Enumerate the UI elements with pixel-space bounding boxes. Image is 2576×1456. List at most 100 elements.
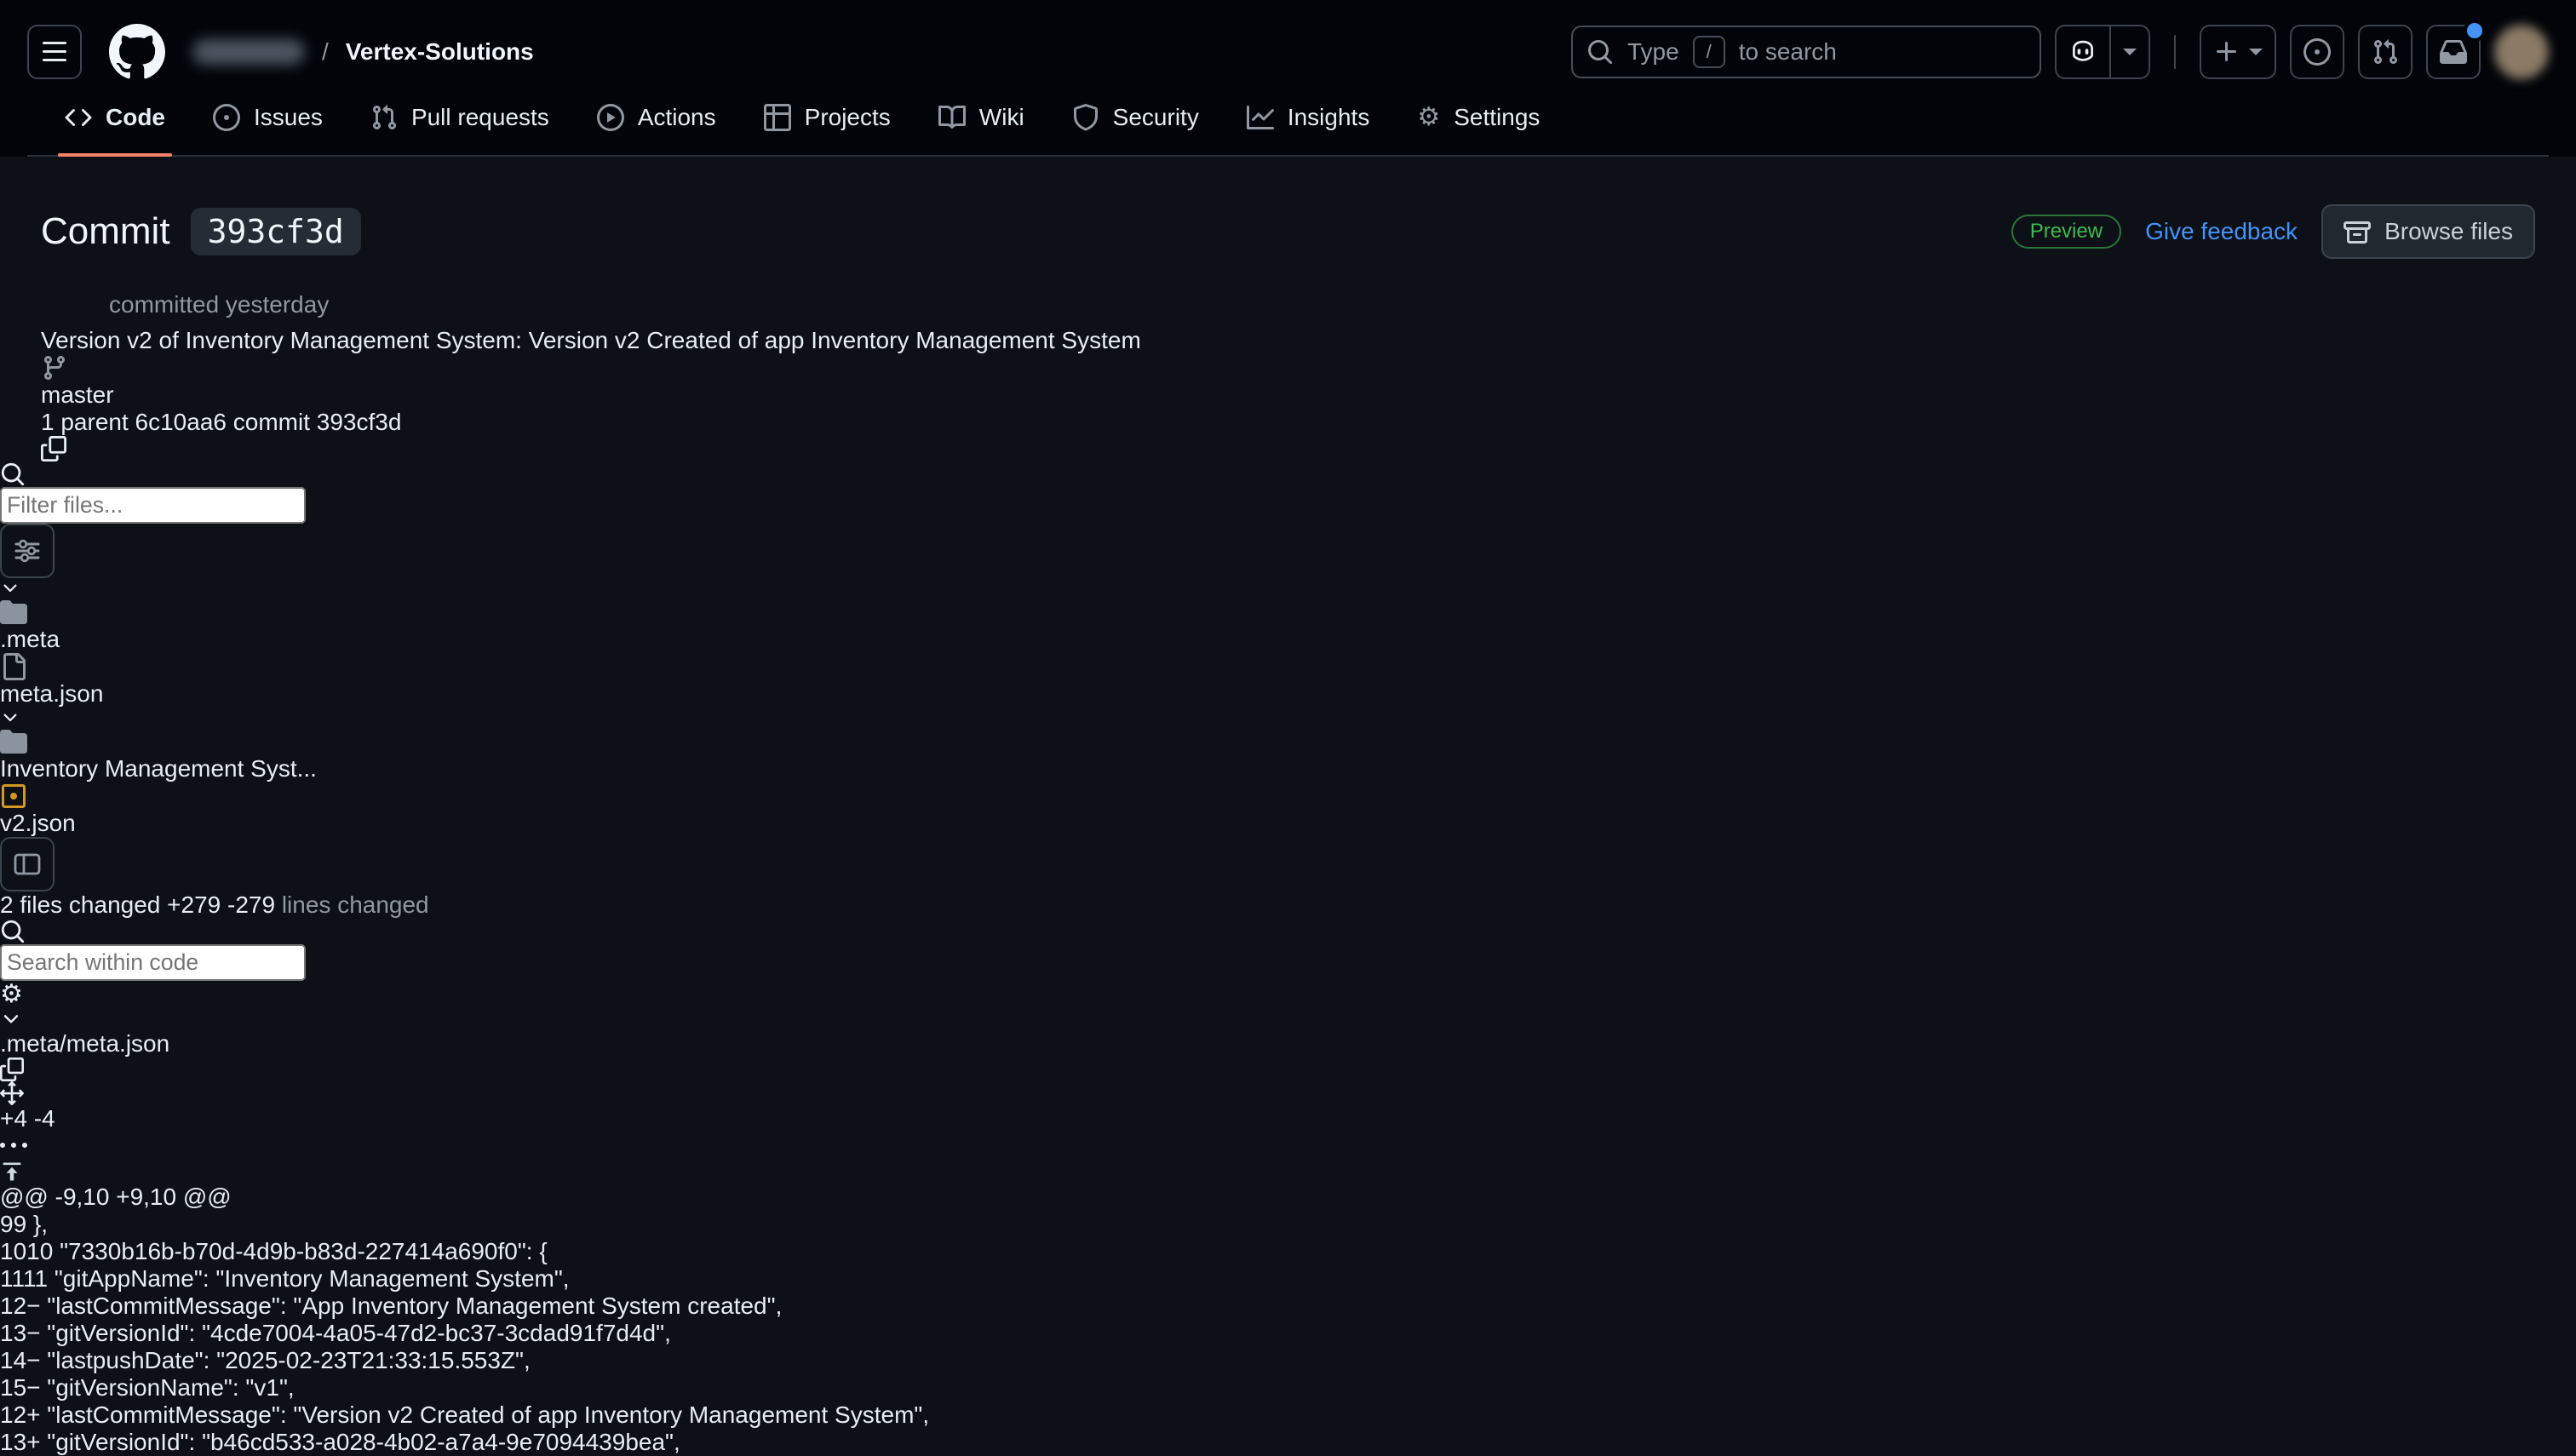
old-line-number[interactable]: 12 — [0, 1293, 26, 1319]
code-line: "lastpushDate": "2025-02-23T21:33:15.553… — [41, 1347, 531, 1373]
diff-line-ctx: 99 }, — [0, 1211, 2576, 1238]
tree-folder-meta[interactable]: .meta — [0, 578, 2576, 653]
drag-file-icon[interactable] — [0, 1081, 2576, 1105]
search-within-code-input[interactable] — [0, 944, 306, 981]
global-search[interactable]: Type / to search — [1571, 26, 2041, 78]
file-tree: .meta meta.jsonInventory Management Syst.… — [0, 578, 2576, 837]
tree-folder-inventory-management-syst[interactable]: Inventory Management Syst... — [0, 708, 2576, 782]
diff-file-header: .meta/meta.json +4 -4 — [0, 1008, 2576, 1160]
file-options-kebab-icon[interactable] — [0, 1132, 2576, 1160]
breadcrumb-owner-redacted[interactable] — [192, 39, 305, 65]
old-line-number[interactable]: 14 — [0, 1347, 26, 1373]
tab-insights[interactable]: Insights — [1223, 94, 1394, 155]
chevron-down-icon — [0, 578, 2576, 599]
github-mark-icon — [109, 24, 165, 80]
new-line-number[interactable]: 9 — [14, 1211, 27, 1237]
commit-message: Version v2 of Inventory Management Syste… — [41, 327, 2535, 354]
code-line: "lastCommitMessage": "App Inventory Mana… — [41, 1293, 783, 1319]
chevron-down-icon — [0, 708, 2576, 728]
diff-line-del: 15− "gitVersionName": "v1", — [0, 1374, 2576, 1402]
filter-files-input[interactable] — [0, 487, 306, 524]
new-line-number[interactable]: 11 — [23, 1265, 48, 1292]
file-deletions: -4 — [34, 1105, 55, 1132]
tree-file-meta-json[interactable]: meta.json — [0, 653, 2576, 708]
breadcrumb-repo-name[interactable]: Vertex-Solutions — [346, 38, 534, 66]
old-line-number[interactable]: 11 — [0, 1265, 23, 1292]
old-line-number[interactable]: 9 — [0, 1211, 14, 1237]
settings-icon: ⚙ — [1417, 104, 1440, 131]
header-divider — [2174, 35, 2176, 69]
search-placeholder-post: to search — [1739, 38, 1837, 66]
create-new-button[interactable] — [2200, 25, 2276, 79]
expand-hunk-button[interactable] — [0, 1160, 2576, 1184]
code-line: "gitAppName": "Inventory Management Syst… — [48, 1265, 570, 1292]
search-slash-key: / — [1693, 36, 1725, 68]
new-line-number[interactable]: 10 — [26, 1238, 53, 1264]
plus-icon — [2201, 26, 2246, 77]
diff-settings-gear-icon[interactable]: ⚙ — [0, 980, 23, 1008]
commit-sha: 393cf3d — [317, 409, 402, 435]
old-line-number[interactable]: 13 — [0, 1320, 26, 1346]
old-line-number[interactable]: 10 — [0, 1238, 26, 1264]
tab-projects[interactable]: Projects — [740, 94, 915, 155]
diff-table: @@ -9,10 +9,10 @@99 },1010 "7330b16b-b70… — [0, 1160, 2576, 1456]
tab-wiki[interactable]: Wiki — [915, 94, 1048, 155]
issues-header-button[interactable] — [2290, 25, 2344, 79]
tree-file-v2-json[interactable]: v2.json — [0, 782, 2576, 837]
tab-label: Wiki — [979, 104, 1024, 131]
commit-header: Commit 393cf3d Preview Give feedback Bro… — [0, 157, 2576, 461]
page-title: Commit — [41, 210, 170, 253]
projects-icon — [764, 104, 791, 131]
old-line-number[interactable]: 15 — [0, 1374, 26, 1401]
diff-line-add: 12+ "lastCommitMessage": "Version v2 Cre… — [0, 1402, 2576, 1429]
copilot-dropdown-button[interactable] — [2111, 26, 2149, 77]
browse-files-button[interactable]: Browse files — [2321, 204, 2535, 259]
tree-item-label: meta.json — [0, 680, 103, 707]
tab-actions[interactable]: Actions — [573, 94, 740, 155]
inbox-button[interactable] — [2426, 25, 2481, 79]
chevron-down-icon — [2249, 49, 2263, 55]
tab-code[interactable]: Code — [41, 94, 189, 155]
browse-files-label: Browse files — [2384, 218, 2513, 245]
hamburger-menu-button[interactable] — [27, 25, 82, 79]
author-avatar[interactable] — [41, 284, 82, 325]
actions-icon — [597, 104, 624, 131]
diff-marker: + — [26, 1402, 40, 1428]
tab-pull-requests[interactable]: Pull requests — [347, 94, 573, 155]
insights-icon — [1247, 104, 1274, 131]
commit-word: commit — [233, 409, 310, 435]
user-avatar[interactable] — [2494, 25, 2549, 79]
github-logo[interactable] — [109, 24, 165, 80]
tab-label: Settings — [1454, 104, 1540, 131]
issues-icon — [213, 104, 240, 131]
new-line-number[interactable]: 12 — [0, 1402, 26, 1428]
copy-sha-icon[interactable] — [41, 436, 2535, 461]
copy-path-icon[interactable] — [0, 1058, 2576, 1081]
tab-security[interactable]: Security — [1048, 94, 1223, 155]
new-line-number[interactable]: 13 — [0, 1429, 26, 1455]
wiki-icon — [938, 104, 966, 131]
branch-row: master 1 parent 6c10aa6 commit 393cf3d — [41, 354, 2535, 461]
diff-marker: − — [26, 1293, 40, 1319]
collapse-file-chevron-icon[interactable] — [0, 1008, 2576, 1030]
create-new-dropdown[interactable] — [2246, 26, 2275, 77]
file-filter-button[interactable] — [0, 524, 55, 578]
tab-label: Pull requests — [411, 104, 549, 131]
branch-name[interactable]: master — [41, 381, 114, 408]
diff-line-del: 13− "gitVersionId": "4cde7004-4a05-47d2-… — [0, 1320, 2576, 1347]
tab-label: Security — [1113, 104, 1199, 131]
diff-line-del: 14− "lastpushDate": "2025-02-23T21:33:15… — [0, 1347, 2576, 1374]
tab-settings[interactable]: ⚙ Settings — [1393, 94, 1563, 155]
file-modified-icon — [0, 782, 2576, 810]
tab-issues[interactable]: Issues — [189, 94, 347, 155]
copilot-button[interactable] — [2055, 25, 2150, 79]
code-line: "gitVersionId": "4cde7004-4a05-47d2-bc37… — [41, 1320, 671, 1346]
pull-requests-header-button[interactable] — [2358, 25, 2412, 79]
parent-sha-link[interactable]: 6c10aa6 — [135, 409, 227, 435]
global-header: / Vertex-Solutions Type / to search — [0, 0, 2576, 157]
commit-sha-badge: 393cf3d — [191, 208, 361, 255]
diff-pane: 2 files changed +279 -279 lines changed … — [0, 837, 2576, 1456]
collapse-file-tree-button[interactable] — [0, 837, 55, 891]
code-line: }, — [26, 1211, 48, 1237]
give-feedback-link[interactable]: Give feedback — [2145, 218, 2298, 245]
